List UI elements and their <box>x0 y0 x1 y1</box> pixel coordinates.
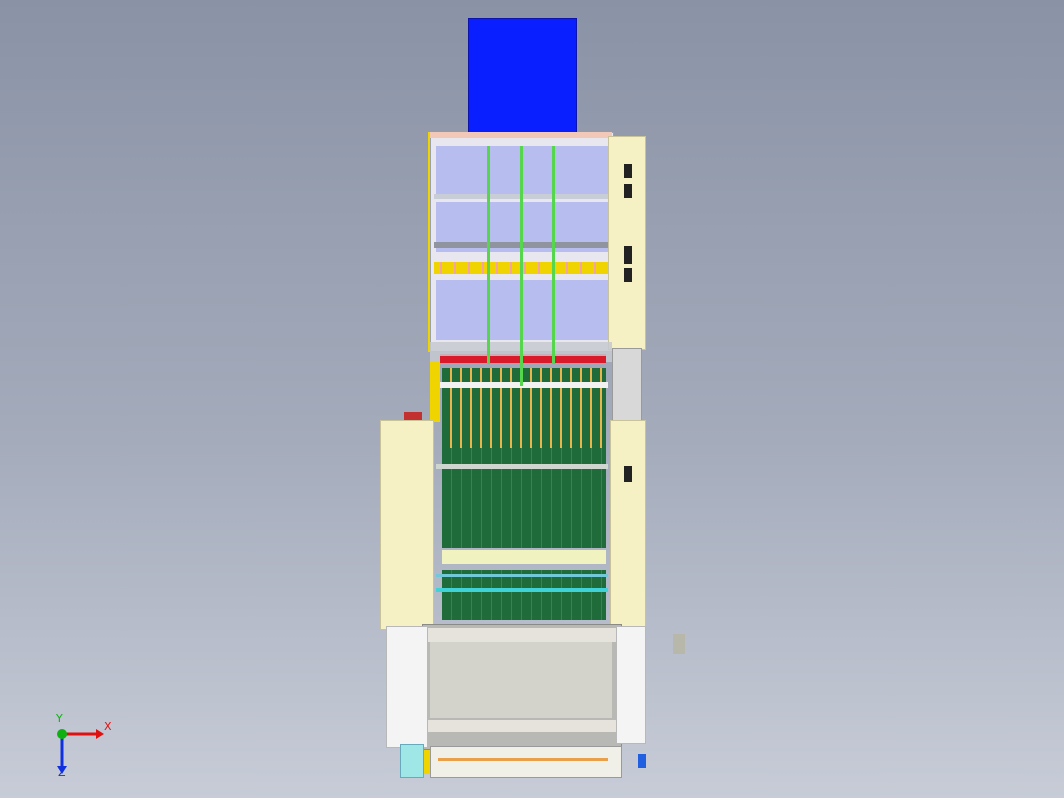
bottom-base-orange-strip <box>438 758 608 761</box>
lower-tray-bottom-strip <box>426 720 616 732</box>
right-middle-fixture <box>624 466 632 482</box>
belt-section-middle[interactable] <box>442 448 606 548</box>
belt-lower-cyan-bar <box>436 588 608 592</box>
base-blue-tag <box>638 754 646 768</box>
left-red-tag <box>404 412 422 420</box>
green-rod-3 <box>552 146 555 364</box>
right-lower-white-block <box>616 626 646 744</box>
lower-tray-surface <box>430 642 612 718</box>
belt-section-upper[interactable] <box>442 368 606 454</box>
machine-assembly[interactable] <box>378 18 648 780</box>
y-axis-label: Y <box>56 712 63 725</box>
upper-chamber-top-bar <box>430 132 612 138</box>
bottom-left-cyan-block <box>400 744 424 778</box>
cad-viewport[interactable]: X Y Z <box>0 0 1064 798</box>
red-transfer-bar-top <box>440 356 606 363</box>
x-axis-label: X <box>104 720 112 733</box>
green-rod-2 <box>520 146 523 386</box>
bottom-left-yellow-post <box>424 750 430 774</box>
blue-motor-block[interactable] <box>468 18 577 138</box>
belt-lower-cyan-bar-2 <box>436 574 608 577</box>
mid-yellow-left-rail <box>430 362 440 422</box>
bottom-base[interactable] <box>430 746 622 778</box>
right-side-panel-middle[interactable] <box>610 420 646 628</box>
x-axis-arrowhead <box>96 729 104 739</box>
green-rod-1 <box>487 146 490 364</box>
z-axis-label: Z <box>58 766 66 779</box>
belt-middle-crossbar <box>436 464 608 469</box>
belt-section-lower[interactable] <box>442 570 606 620</box>
left-side-panel[interactable] <box>380 420 434 630</box>
belt-middle-light-band <box>442 550 606 564</box>
distant-gray-block <box>673 634 685 654</box>
upper-right-fixture-2 <box>624 184 632 198</box>
axis-triad: X Y Z <box>50 712 120 780</box>
upper-right-fixture-4 <box>624 268 632 282</box>
right-gray-control-box[interactable] <box>612 348 642 422</box>
y-axis-dot <box>57 729 67 739</box>
lower-tray-top-strip <box>426 628 616 642</box>
upper-right-fixture-3 <box>624 246 632 264</box>
left-lower-white-block <box>386 626 428 748</box>
upper-right-fixture-1 <box>624 164 632 178</box>
